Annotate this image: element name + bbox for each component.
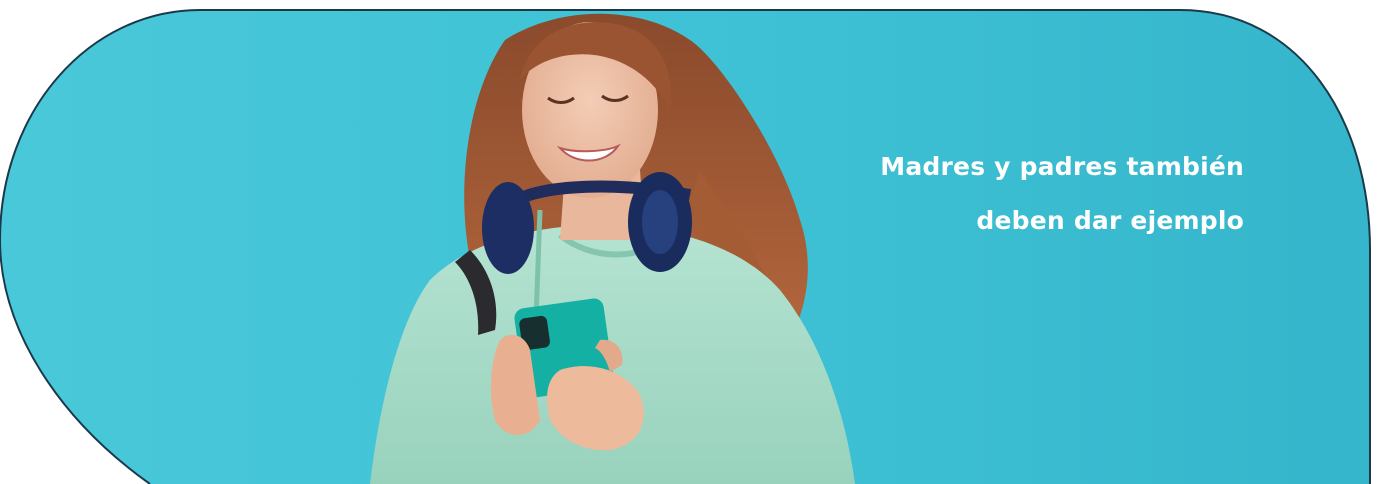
headphone-right-pad xyxy=(642,190,678,254)
headphone-left-cup xyxy=(482,182,534,274)
headline-line-2: deben dar ejemplo xyxy=(976,206,1244,235)
hero-banner: Madres y padres también deben dar ejempl… xyxy=(0,0,1380,484)
headline-line-1: Madres y padres también xyxy=(880,152,1244,181)
headline: Madres y padres también deben dar ejempl… xyxy=(724,140,1244,248)
